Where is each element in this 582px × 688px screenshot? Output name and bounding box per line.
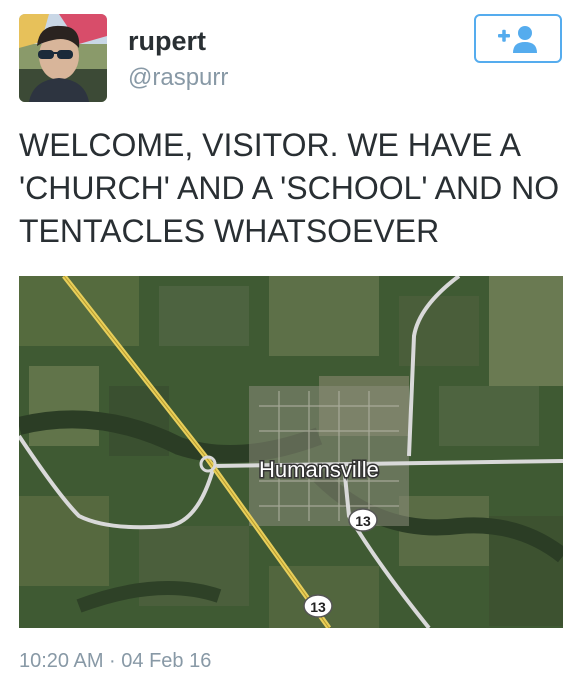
add-user-icon	[498, 25, 537, 53]
follow-button[interactable]	[474, 14, 562, 63]
avatar[interactable]	[19, 14, 107, 102]
tweet-line: 'CHURCH' AND A 'SCHOOL' AND NO	[19, 170, 560, 206]
tweet-line: WELCOME, VISITOR. WE HAVE A	[19, 127, 522, 163]
route-shield-icon: 13	[303, 594, 333, 618]
tweet-timestamp[interactable]: 10:20 AM · 04 Feb 16	[19, 650, 211, 673]
tweet-text: WELCOME, VISITOR. WE HAVE A 'CHURCH' AND…	[19, 124, 564, 253]
avatar-photo	[19, 14, 107, 102]
display-name[interactable]: rupert	[128, 26, 206, 57]
route-shield-label: 13	[310, 599, 326, 615]
map-image[interactable]: 13 13 Humansville	[19, 276, 563, 628]
map-place-label: Humansville	[259, 457, 379, 482]
satellite-map: 13 13 Humansville	[19, 276, 563, 628]
tweet-line: TENTACLES WHATSOEVER	[19, 213, 440, 249]
user-handle[interactable]: @raspurr	[128, 64, 228, 92]
route-shield-label: 13	[355, 513, 371, 529]
route-shield-icon: 13	[348, 508, 378, 532]
